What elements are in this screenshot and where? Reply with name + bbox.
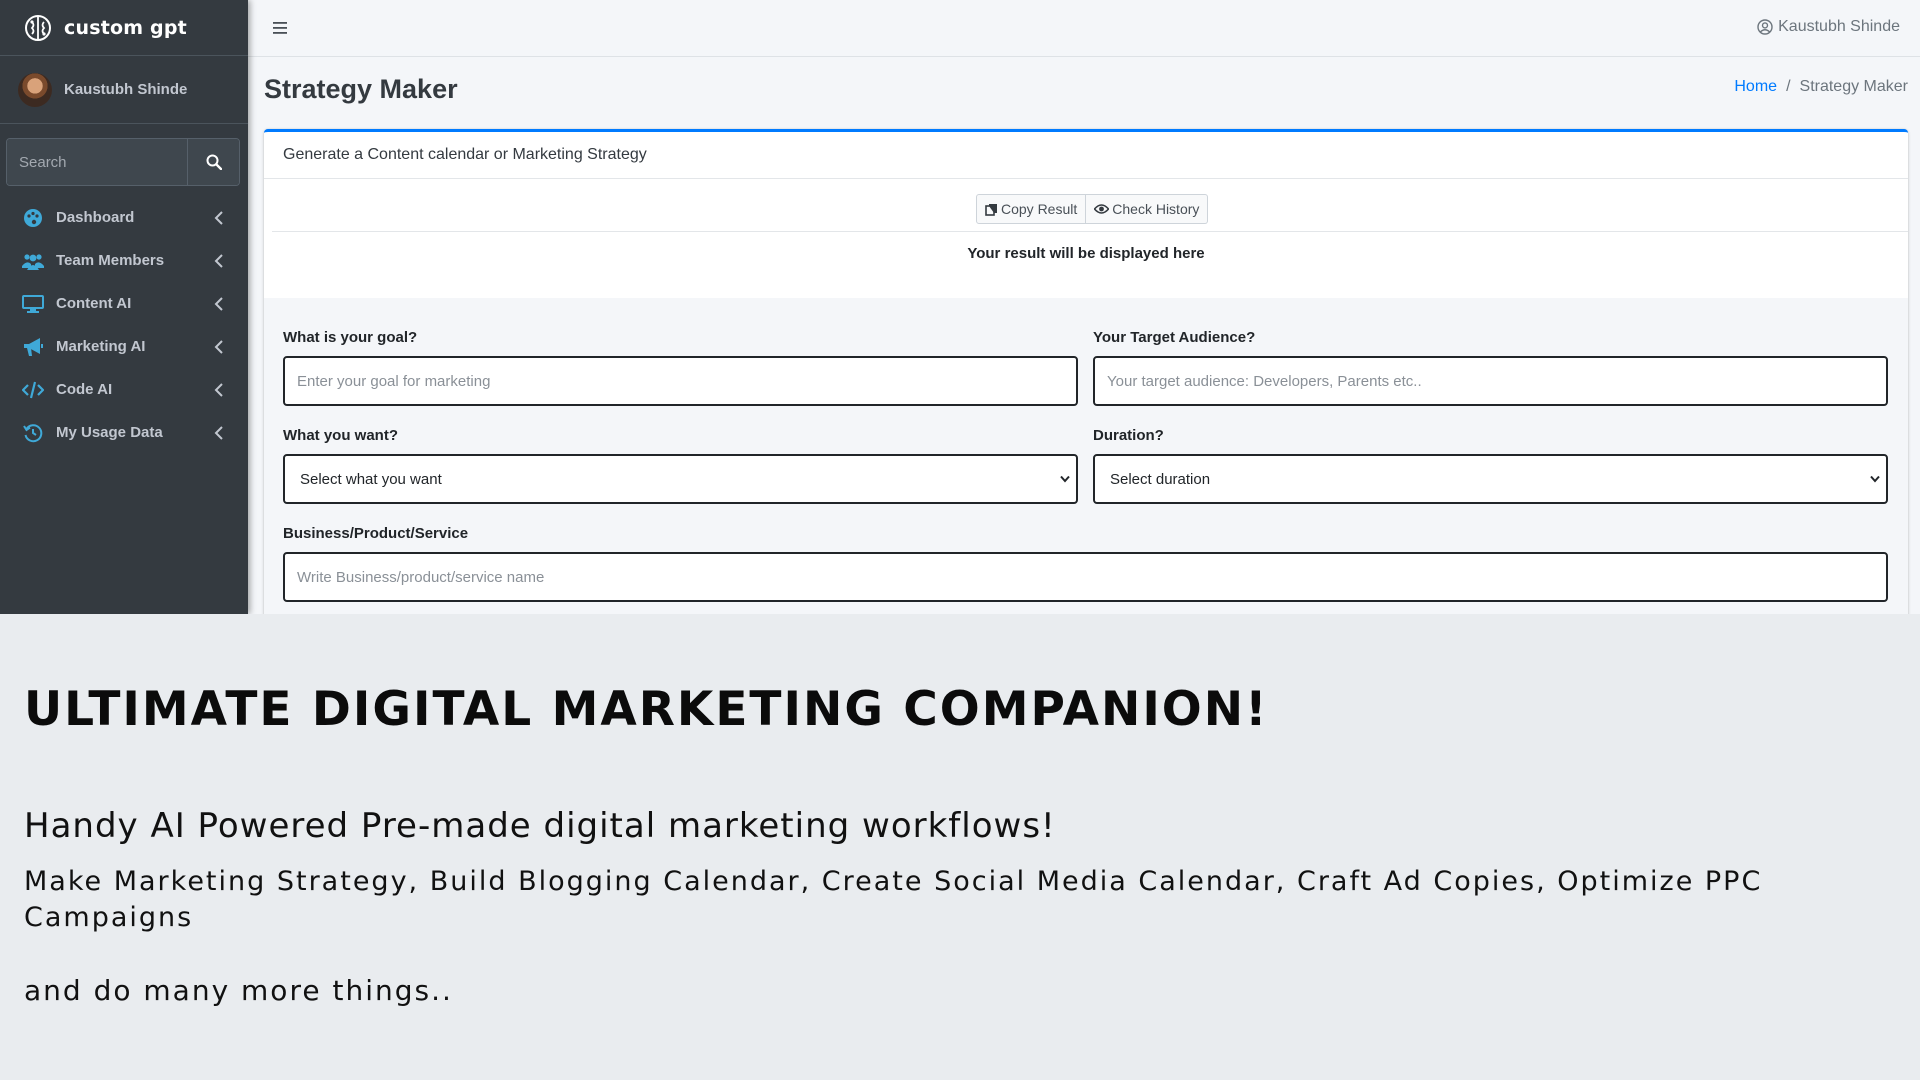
strategy-form: What is your goal? Your Target Audience?… <box>264 298 1908 614</box>
brand[interactable]: custom gpt <box>0 0 248 56</box>
copy-result-label: Copy Result <box>1001 201 1078 217</box>
avatar <box>18 72 52 107</box>
brain-logo-icon <box>25 14 51 41</box>
top-user-menu[interactable]: Kaustubh Shinde <box>1757 18 1900 36</box>
sidebar-item-my-usage-data[interactable]: My Usage Data <box>0 411 248 454</box>
breadcrumb-separator: / <box>1786 78 1791 95</box>
sidebar-item-label: Dashboard <box>56 209 135 226</box>
sidebar-nav: Dashboard Team Members Content AI Market… <box>0 196 248 454</box>
promo-headline: ULTIMATE DIGITAL MARKETING COMPANION! <box>24 682 1269 737</box>
sidebar-item-dashboard[interactable]: Dashboard <box>0 196 248 239</box>
bullhorn-icon <box>22 336 44 358</box>
sidebar-user-name: Kaustubh Shinde <box>64 81 188 98</box>
strategy-card: Generate a Content calendar or Marketing… <box>264 129 1908 614</box>
result-output: Your result will be displayed here <box>967 245 1205 262</box>
top-navbar: Kaustubh Shinde <box>248 0 1920 57</box>
want-select-value: Select what you want <box>300 470 442 488</box>
business-input[interactable] <box>283 552 1888 602</box>
duration-select-value: Select duration <box>1110 470 1211 488</box>
sidebar-item-team-members[interactable]: Team Members <box>0 239 248 282</box>
sidebar-item-code-ai[interactable]: Code AI <box>0 368 248 411</box>
app-screenshot: custom gpt Kaustubh Shinde Dashboard <box>0 0 1920 614</box>
sidebar-item-content-ai[interactable]: Content AI <box>0 282 248 325</box>
goal-label: What is your goal? <box>283 329 418 346</box>
promo-section: ULTIMATE DIGITAL MARKETING COMPANION! Ha… <box>0 614 1920 1080</box>
check-history-button[interactable]: Check History <box>1086 194 1209 224</box>
chevron-left-icon <box>214 425 223 440</box>
users-icon <box>22 250 44 272</box>
promo-body: Make Marketing Strategy, Build Blogging … <box>24 866 1763 933</box>
business-label: Business/Product/Service <box>283 525 469 542</box>
sidebar-search <box>6 138 240 186</box>
goal-input[interactable] <box>283 356 1078 406</box>
chevron-left-icon <box>214 210 223 225</box>
sidebar-item-label: Marketing AI <box>56 338 146 355</box>
main-content: Strategy Maker Home / Strategy Maker Gen… <box>248 57 1920 614</box>
duration-select[interactable]: Select duration <box>1093 454 1888 504</box>
palette-icon <box>22 207 44 229</box>
promo-subheadline: Handy AI Powered Pre-made digital market… <box>24 806 1056 846</box>
promo-more: and do many more things.. <box>24 974 453 1007</box>
history-icon <box>22 422 44 444</box>
chevron-left-icon <box>214 339 223 354</box>
sidebar-item-label: Content AI <box>56 295 132 312</box>
sidebar-search-button[interactable] <box>187 139 239 185</box>
search-icon <box>206 154 222 170</box>
chevron-left-icon <box>214 296 223 311</box>
card-divider <box>272 231 1908 232</box>
sidebar-item-label: Team Members <box>56 252 165 269</box>
user-circle-icon <box>1757 19 1773 35</box>
sidebar-item-marketing-ai[interactable]: Marketing AI <box>0 325 248 368</box>
breadcrumb-current: Strategy Maker <box>1799 78 1908 95</box>
sidebar-search-input[interactable] <box>7 139 187 185</box>
check-history-label: Check History <box>1112 201 1200 217</box>
sidebar-item-label: Code AI <box>56 381 113 398</box>
sidebar: custom gpt Kaustubh Shinde Dashboard <box>0 0 248 614</box>
sidebar-item-label: My Usage Data <box>56 424 163 441</box>
card-header: Generate a Content calendar or Marketing… <box>264 132 1908 179</box>
breadcrumb: Home / Strategy Maker <box>1734 78 1908 96</box>
eye-icon <box>1094 204 1110 214</box>
code-icon <box>22 379 44 401</box>
top-user-name: Kaustubh Shinde <box>1778 18 1900 35</box>
want-select[interactable]: Select what you want <box>283 454 1078 504</box>
copy-result-button[interactable]: Copy Result <box>976 194 1087 224</box>
chevron-down-icon <box>1870 475 1880 483</box>
chevron-left-icon <box>214 382 223 397</box>
audience-label: Your Target Audience? <box>1093 329 1256 346</box>
duration-label: Duration? <box>1093 427 1164 444</box>
breadcrumb-home-link[interactable]: Home <box>1734 78 1777 96</box>
desktop-icon <box>22 293 44 315</box>
audience-input[interactable] <box>1093 356 1888 406</box>
user-panel[interactable]: Kaustubh Shinde <box>0 56 248 124</box>
want-label: What you want? <box>283 427 398 444</box>
brand-name: custom gpt <box>64 16 187 39</box>
result-actions: Copy Result Check History <box>976 194 1209 224</box>
copy-icon <box>985 203 997 216</box>
chevron-down-icon <box>1060 475 1070 483</box>
page-title: Strategy Maker <box>264 74 458 104</box>
chevron-left-icon <box>214 253 223 268</box>
menu-toggle-icon[interactable] <box>272 20 288 36</box>
